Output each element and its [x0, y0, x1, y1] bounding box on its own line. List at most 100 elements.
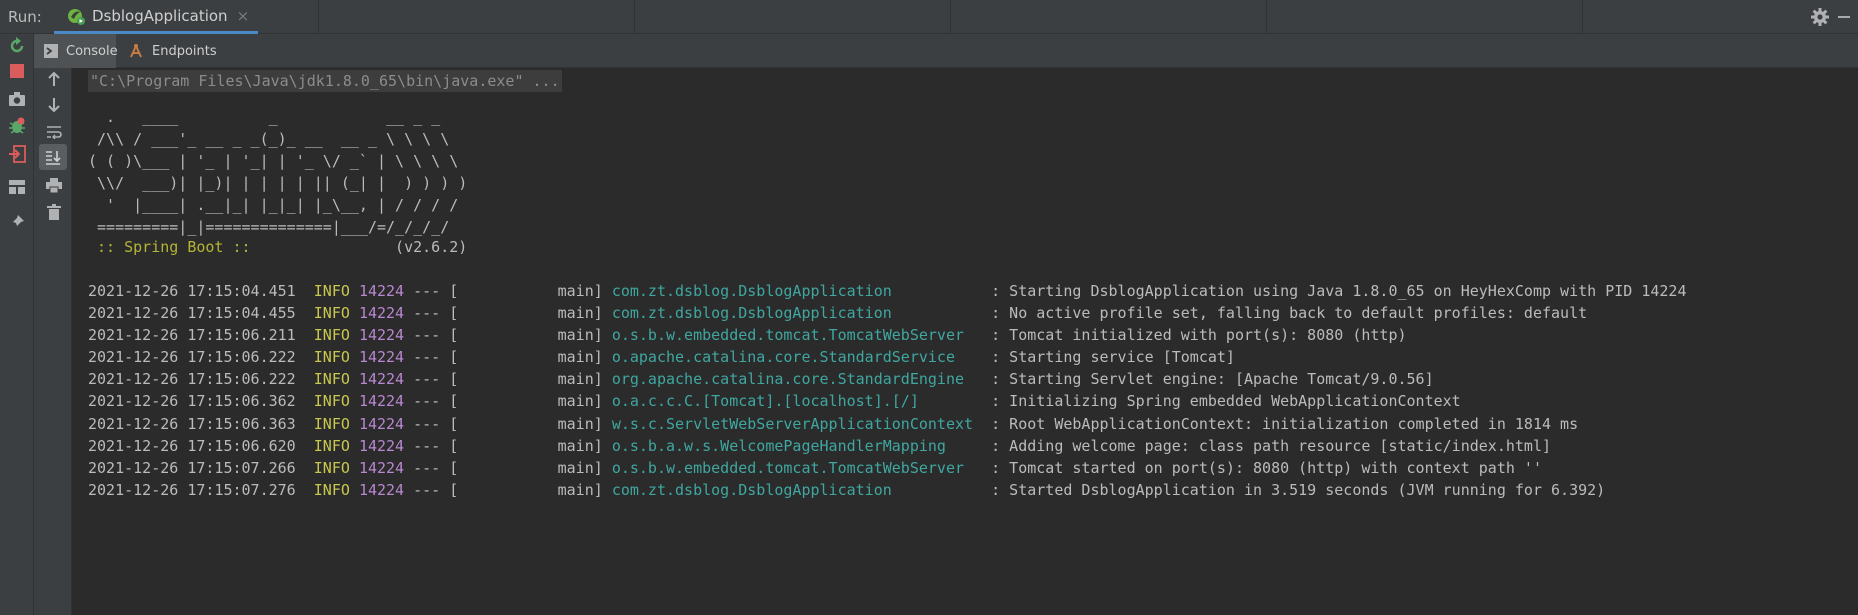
log-pid: 14224 [358, 480, 405, 499]
spring-boot-version-line: :: Spring Boot :: (v2.6.2) [88, 236, 467, 258]
close-icon[interactable]: × [237, 7, 250, 25]
log-pid: 14224 [358, 304, 405, 323]
debug-bug-icon[interactable] [7, 116, 27, 136]
pin-icon[interactable] [7, 212, 27, 232]
arrow-up-icon[interactable] [43, 68, 65, 90]
log-pid: 14224 [358, 348, 405, 367]
console-output[interactable]: "C:\Program Files\Java\jdk1.8.0_65\bin\j… [72, 68, 1858, 615]
java-command-line[interactable]: "C:\Program Files\Java\jdk1.8.0_65\bin\j… [88, 70, 562, 92]
minimize-icon[interactable] [1838, 16, 1850, 18]
tab-console-label: Console [66, 43, 118, 59]
divider [1266, 0, 1267, 34]
log-message: : Adding welcome page: class path resour… [982, 436, 1552, 455]
tab-console[interactable]: Console [34, 34, 118, 68]
rerun-icon[interactable] [7, 36, 27, 56]
log-logger-link[interactable]: o.s.b.a.w.s.WelcomePageHandlerMapping [612, 437, 982, 455]
log-message: : No active profile set, falling back to… [982, 304, 1588, 323]
log-pid: 14224 [358, 282, 405, 300]
log-thread: --- [ main] [404, 392, 612, 411]
log-logger-link[interactable]: w.s.c.ServletWebServerApplicationContext [612, 415, 982, 433]
log-line: 2021-12-26 17:15:06.363 INFO 14224 --- [… [88, 413, 1686, 435]
endpoints-icon [128, 43, 144, 59]
spring-boot-label: :: Spring Boot :: [88, 238, 260, 256]
tab-endpoints[interactable]: Endpoints [128, 34, 217, 68]
log-message: : Tomcat started on port(s): 8080 (http)… [982, 458, 1542, 477]
log-timestamp: 2021-12-26 17:15:06.222 [88, 370, 296, 389]
log-line: 2021-12-26 17:15:06.362 INFO 14224 --- [… [88, 390, 1686, 412]
run-toolbar: Run: DsblogApplication × [0, 0, 1858, 34]
log-thread: --- [ main] [404, 480, 612, 499]
log-logger-link[interactable]: o.a.c.c.C.[Tomcat].[localhost].[/] [612, 392, 982, 410]
console-toolbar [34, 68, 72, 615]
log-thread: --- [ main] [404, 458, 612, 477]
trash-icon[interactable] [43, 201, 65, 223]
log-timestamp: 2021-12-26 17:15:06.363 [88, 414, 296, 433]
log-pid: 14224 [358, 370, 405, 389]
log-timestamp: 2021-12-26 17:15:06.620 [88, 436, 296, 455]
log-level: INFO [313, 370, 350, 389]
log-timestamp: 2021-12-26 17:15:07.266 [88, 458, 296, 477]
log-logger-link[interactable]: com.zt.dsblog.DsblogApplication [612, 304, 982, 322]
log-logger-link[interactable]: o.s.b.w.embedded.tomcat.TomcatWebServer [612, 459, 982, 477]
log-line: 2021-12-26 17:15:04.451 INFO 14224 --- [… [88, 280, 1686, 302]
log-lines: 2021-12-26 17:15:04.451 INFO 14224 --- [… [88, 280, 1686, 501]
log-pid: 14224 [358, 458, 405, 477]
log-thread: --- [ main] [404, 370, 612, 389]
log-level: INFO [313, 436, 350, 455]
log-level: INFO [313, 458, 350, 477]
log-timestamp: 2021-12-26 17:15:06.222 [88, 348, 296, 367]
spring-boot-version: (v2.6.2) [259, 238, 468, 256]
log-thread: --- [ main] [404, 436, 612, 455]
log-level: INFO [313, 480, 350, 499]
log-level: INFO [313, 326, 350, 345]
exit-icon[interactable] [7, 144, 27, 164]
print-icon[interactable] [43, 174, 65, 196]
log-message: : Starting Servlet engine: [Apache Tomca… [982, 370, 1434, 389]
divider [1582, 0, 1583, 34]
log-message: : Tomcat initialized with port(s): 8080 … [982, 326, 1407, 345]
camera-icon[interactable] [7, 89, 27, 109]
log-thread: --- [ main] [404, 304, 612, 323]
run-tab-dsblog[interactable]: DsblogApplication × [54, 0, 258, 34]
log-logger-link[interactable]: com.zt.dsblog.DsblogApplication [612, 282, 982, 300]
stop-icon[interactable] [7, 61, 27, 81]
log-line: 2021-12-26 17:15:07.276 INFO 14224 --- [… [88, 479, 1686, 501]
log-line: 2021-12-26 17:15:06.211 INFO 14224 --- [… [88, 324, 1686, 346]
gear-icon[interactable] [1810, 7, 1830, 27]
log-logger-link[interactable]: com.zt.dsblog.DsblogApplication [612, 481, 982, 499]
log-message: : Started DsblogApplication in 3.519 sec… [982, 480, 1606, 499]
log-level: INFO [313, 392, 350, 411]
soft-wrap-icon[interactable] [43, 121, 65, 143]
log-logger-link[interactable]: org.apache.catalina.core.StandardEngine [612, 370, 982, 388]
log-timestamp: 2021-12-26 17:15:07.276 [88, 480, 296, 499]
log-line: 2021-12-26 17:15:04.455 INFO 14224 --- [… [88, 302, 1686, 324]
divider [950, 0, 951, 34]
log-message: : Initializing Spring embedded WebApplic… [982, 392, 1461, 411]
arrow-down-icon[interactable] [43, 94, 65, 116]
log-line: 2021-12-26 17:15:06.222 INFO 14224 --- [… [88, 368, 1686, 390]
divider [634, 0, 635, 34]
log-timestamp: 2021-12-26 17:15:04.451 [88, 282, 296, 300]
log-message: : Root WebApplicationContext: initializa… [982, 414, 1579, 433]
run-label: Run: [8, 8, 42, 26]
log-pid: 14224 [358, 326, 405, 345]
log-level: INFO [313, 414, 350, 433]
console-subtabs: Console Endpoints [34, 34, 1858, 68]
log-pid: 14224 [358, 436, 405, 455]
spring-ascii-banner: . ____ _ __ _ _ /\\ / ___'_ __ _ _(_)_ _… [88, 108, 468, 236]
run-tab-title: DsblogApplication [92, 6, 228, 25]
log-timestamp: 2021-12-26 17:15:06.211 [88, 326, 296, 345]
log-line: 2021-12-26 17:15:06.620 INFO 14224 --- [… [88, 435, 1686, 457]
log-thread: --- [ main] [404, 414, 612, 433]
log-timestamp: 2021-12-26 17:15:06.362 [88, 392, 296, 411]
log-level: INFO [313, 348, 350, 367]
log-thread: --- [ main] [404, 326, 612, 345]
log-logger-link[interactable]: o.s.b.w.embedded.tomcat.TomcatWebServer [612, 326, 982, 344]
log-pid: 14224 [358, 414, 405, 433]
scroll-to-end-icon[interactable] [39, 144, 67, 170]
log-logger-link[interactable]: o.apache.catalina.core.StandardService [612, 348, 982, 366]
layout-icon[interactable] [7, 177, 27, 197]
log-timestamp: 2021-12-26 17:15:04.455 [88, 304, 296, 323]
log-thread: --- [ main] [404, 348, 612, 367]
divider [318, 0, 319, 34]
